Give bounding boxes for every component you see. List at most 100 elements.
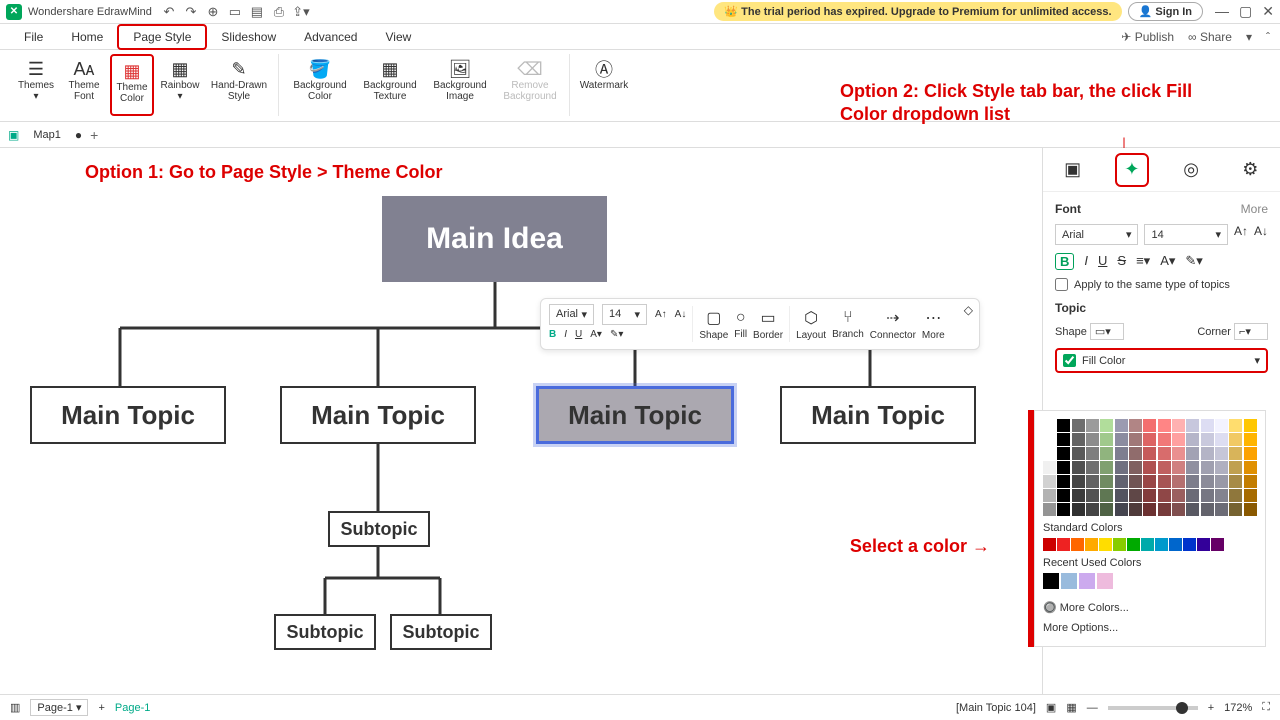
handdrawn-button[interactable]: ✎Hand-Drawn Style <box>206 54 272 116</box>
color-swatch[interactable] <box>1043 489 1056 502</box>
color-swatch[interactable] <box>1057 419 1070 432</box>
fullscreen-icon[interactable]: ⛶ <box>1262 701 1270 714</box>
color-swatch[interactable] <box>1215 433 1228 446</box>
maximize-icon[interactable]: ▢ <box>1239 3 1252 20</box>
color-swatch[interactable] <box>1115 433 1128 446</box>
side-shrink-font-icon[interactable]: A↓ <box>1254 224 1268 245</box>
print-icon[interactable]: ⎙ <box>272 5 286 19</box>
side-grow-font-icon[interactable]: A↑ <box>1234 224 1248 245</box>
color-swatch[interactable] <box>1086 503 1099 516</box>
color-swatch[interactable] <box>1172 489 1185 502</box>
color-swatch[interactable] <box>1158 475 1171 488</box>
color-swatch[interactable] <box>1115 461 1128 474</box>
color-swatch[interactable] <box>1143 447 1156 460</box>
color-swatch[interactable] <box>1143 503 1156 516</box>
add-page-button[interactable]: + <box>98 702 104 714</box>
add-tab-button[interactable]: + <box>90 127 98 143</box>
float-close-icon[interactable]: ◇ <box>964 303 973 317</box>
bold-icon[interactable]: B <box>549 329 556 340</box>
status-pages-icon[interactable]: ▥ <box>10 701 20 714</box>
color-swatch[interactable] <box>1115 489 1128 502</box>
recent-color-swatch[interactable] <box>1079 573 1095 589</box>
color-swatch[interactable] <box>1215 461 1228 474</box>
color-swatch[interactable] <box>1172 503 1185 516</box>
folder-icon[interactable]: ▭ <box>228 5 242 19</box>
color-swatch[interactable] <box>1072 489 1085 502</box>
theme-font-button[interactable]: AᴀTheme Font <box>62 54 106 116</box>
color-swatch[interactable] <box>1186 433 1199 446</box>
color-swatch[interactable] <box>1100 461 1113 474</box>
float-fill-button[interactable]: ○Fill <box>734 309 747 340</box>
color-swatch[interactable] <box>1229 475 1242 488</box>
color-swatch[interactable] <box>1244 419 1257 432</box>
std-color-swatch[interactable] <box>1071 538 1084 551</box>
more-options-link[interactable]: More Options... <box>1043 618 1257 638</box>
color-swatch[interactable] <box>1158 447 1171 460</box>
std-color-swatch[interactable] <box>1183 538 1196 551</box>
float-border-button[interactable]: ▭Border <box>753 308 783 341</box>
menu-slideshow[interactable]: Slideshow <box>207 26 290 48</box>
color-swatch[interactable] <box>1172 475 1185 488</box>
minimize-icon[interactable]: — <box>1215 3 1229 20</box>
font-family-select[interactable]: Arial▾ <box>1055 224 1138 245</box>
color-swatch[interactable] <box>1129 503 1142 516</box>
status-view1-icon[interactable]: ▣ <box>1046 701 1056 714</box>
status-view2-icon[interactable]: ▦ <box>1066 701 1076 714</box>
color-swatch[interactable] <box>1057 503 1070 516</box>
color-swatch[interactable] <box>1057 489 1070 502</box>
watermark-button[interactable]: ⒶWatermark <box>578 54 630 116</box>
std-color-swatch[interactable] <box>1057 538 1070 551</box>
color-swatch[interactable] <box>1115 419 1128 432</box>
std-color-swatch[interactable] <box>1099 538 1112 551</box>
color-swatch[interactable] <box>1057 447 1070 460</box>
float-branch-button[interactable]: ⑂Branch <box>832 309 864 340</box>
color-swatch[interactable] <box>1143 489 1156 502</box>
shrink-font-icon[interactable]: A↓ <box>675 309 687 320</box>
color-swatch[interactable] <box>1229 503 1242 516</box>
side-italic-icon[interactable]: I <box>1084 253 1088 270</box>
float-shape-button[interactable]: ▢Shape <box>699 308 728 341</box>
redo-icon[interactable]: ↷ <box>184 5 198 19</box>
std-color-swatch[interactable] <box>1141 538 1154 551</box>
save-icon[interactable]: ▤ <box>250 5 264 19</box>
color-swatch[interactable] <box>1244 489 1257 502</box>
bg-color-button[interactable]: 🪣Background Color <box>287 54 353 116</box>
color-swatch[interactable] <box>1215 447 1228 460</box>
color-swatch[interactable] <box>1100 503 1113 516</box>
color-swatch[interactable] <box>1215 475 1228 488</box>
color-swatch[interactable] <box>1244 447 1257 460</box>
color-swatch[interactable] <box>1100 447 1113 460</box>
color-swatch[interactable] <box>1186 447 1199 460</box>
color-swatch[interactable] <box>1158 461 1171 474</box>
color-swatch[interactable] <box>1201 489 1214 502</box>
color-swatch[interactable] <box>1100 419 1113 432</box>
zoom-in-icon[interactable]: + <box>1208 702 1214 714</box>
side-tab-settings-icon[interactable]: ⚙ <box>1233 153 1267 187</box>
std-color-swatch[interactable] <box>1127 538 1140 551</box>
color-swatch[interactable] <box>1158 433 1171 446</box>
std-color-swatch[interactable] <box>1211 538 1224 551</box>
std-color-swatch[interactable] <box>1085 538 1098 551</box>
canvas[interactable]: Main Idea Main Topic Main Topic Main Top… <box>0 148 1042 694</box>
menu-home[interactable]: Home <box>57 26 117 48</box>
color-swatch[interactable] <box>1115 503 1128 516</box>
color-swatch[interactable] <box>1100 489 1113 502</box>
color-swatch[interactable] <box>1172 461 1185 474</box>
color-swatch[interactable] <box>1129 447 1142 460</box>
color-swatch[interactable] <box>1172 447 1185 460</box>
color-swatch[interactable] <box>1186 475 1199 488</box>
node-subtopic-1[interactable]: Subtopic <box>328 511 430 547</box>
side-highlight-icon[interactable]: ✎▾ <box>1185 253 1202 270</box>
grow-font-icon[interactable]: A↑ <box>655 309 667 320</box>
menu-advanced[interactable]: Advanced <box>290 26 371 48</box>
color-swatch[interactable] <box>1072 419 1085 432</box>
color-swatch[interactable] <box>1057 475 1070 488</box>
undo-icon[interactable]: ↶ <box>162 5 176 19</box>
color-swatch[interactable] <box>1086 489 1099 502</box>
node-main-idea[interactable]: Main Idea <box>382 196 607 282</box>
menu-file[interactable]: File <box>10 26 57 48</box>
font-color-icon[interactable]: A▾ <box>590 329 602 340</box>
node-main-topic-1[interactable]: Main Topic <box>30 386 226 444</box>
recent-color-swatch[interactable] <box>1061 573 1077 589</box>
color-swatch[interactable] <box>1115 475 1128 488</box>
